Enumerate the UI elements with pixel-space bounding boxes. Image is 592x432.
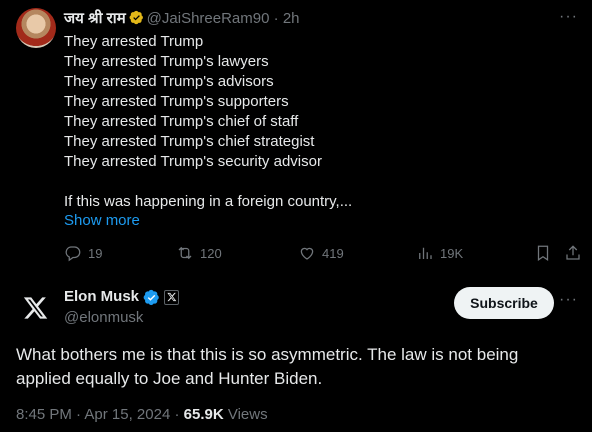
timestamp[interactable]: 2h xyxy=(283,10,300,27)
reply-count: 19 xyxy=(88,245,103,261)
reply-icon xyxy=(65,246,81,262)
tweet-line: They arrested Trump's lawyers xyxy=(64,53,269,70)
like-icon xyxy=(300,247,314,260)
repost-button[interactable]: 120 xyxy=(176,244,222,262)
views-count: 65.9K xyxy=(183,406,224,423)
tweet-line: They arrested Trump's chief strategist xyxy=(64,133,315,150)
tweet-metadata: 8:45 PM · Apr 15, 2024 · 65.9K Views xyxy=(16,406,268,423)
views-icon xyxy=(419,247,432,259)
like-count: 419 xyxy=(322,245,344,261)
affiliate-x-badge-icon[interactable] xyxy=(164,289,180,305)
views-count: 19K xyxy=(440,245,464,261)
main-tweet-author: Elon Musk xyxy=(64,288,180,306)
reply-button[interactable]: 19 xyxy=(64,244,102,262)
separator-dot: · xyxy=(269,10,283,27)
tweet-line: They arrested Trump's chief of staff xyxy=(64,113,299,130)
tweet-line: If this was happening in a foreign count… xyxy=(64,193,353,210)
handle[interactable]: @JaiShreeRam90 xyxy=(147,10,270,27)
display-name[interactable]: Elon Musk xyxy=(64,288,139,306)
tweet-line: They arrested Trump's advisors xyxy=(64,73,274,90)
tweet-date[interactable]: Apr 15, 2024 xyxy=(84,406,170,423)
display-name[interactable]: जय श्री राम xyxy=(64,10,126,27)
share-button[interactable] xyxy=(564,244,582,262)
show-more-link[interactable]: Show more xyxy=(64,212,140,229)
repost-icon xyxy=(178,246,192,260)
subscribe-button[interactable]: Subscribe xyxy=(454,287,554,319)
x-logo-icon xyxy=(23,297,48,319)
views-label: Views xyxy=(227,406,268,423)
tweet-line: They arrested Trump xyxy=(64,33,204,50)
more-options-icon[interactable]: ··· xyxy=(559,8,578,26)
tweet-line: They arrested Trump's security advisor xyxy=(64,153,322,170)
parent-tweet-text: They arrested Trump They arrested Trump'… xyxy=(64,32,564,212)
repost-count: 120 xyxy=(200,245,222,261)
more-options-icon[interactable]: ··· xyxy=(559,291,578,309)
views-button[interactable]: 19K xyxy=(416,244,463,262)
tweet-line: They arrested Trump's supporters xyxy=(64,93,289,110)
action-bar: 19 120 419 19K xyxy=(64,244,584,266)
handle[interactable]: @elonmusk xyxy=(64,309,143,326)
bookmark-button[interactable] xyxy=(534,244,552,262)
verified-badge-icon xyxy=(143,289,159,305)
parent-tweet-header: जय श्री राम @JaiShreeRam90 · 2h xyxy=(64,10,300,28)
verified-gold-badge-icon xyxy=(129,10,143,25)
share-icon xyxy=(566,245,580,260)
like-button[interactable]: 419 xyxy=(298,244,344,262)
avatar[interactable] xyxy=(16,8,56,48)
tweet-time[interactable]: 8:45 PM xyxy=(16,406,72,423)
bookmark-icon xyxy=(537,245,549,261)
avatar[interactable] xyxy=(16,288,56,328)
main-tweet-text: What bothers me is that this is so asymm… xyxy=(16,345,519,388)
